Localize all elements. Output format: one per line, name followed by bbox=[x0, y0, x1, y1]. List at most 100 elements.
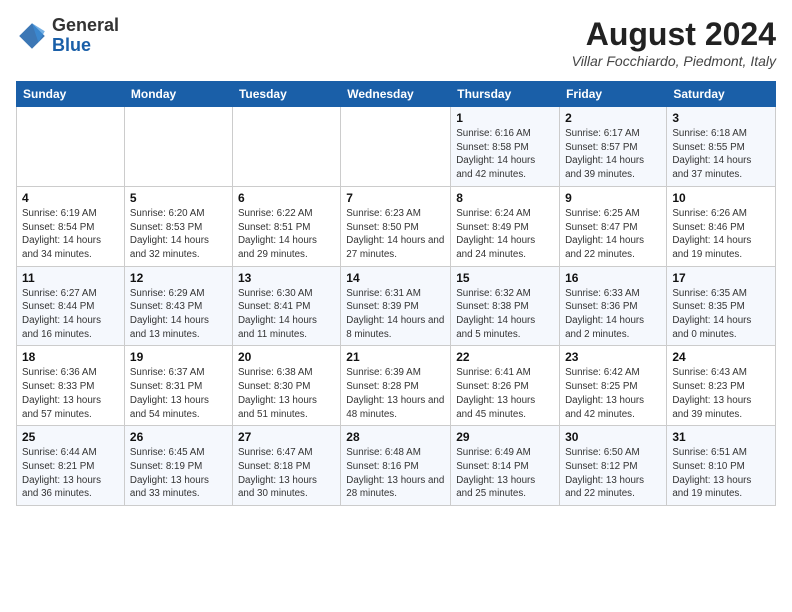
weekday-header-friday: Friday bbox=[560, 82, 667, 107]
day-number: 31 bbox=[672, 430, 770, 444]
calendar-cell: 16Sunrise: 6:33 AM Sunset: 8:36 PM Dayli… bbox=[560, 266, 667, 346]
day-info: Sunrise: 6:37 AM Sunset: 8:31 PM Dayligh… bbox=[130, 366, 227, 421]
calendar-week-3: 11Sunrise: 6:27 AM Sunset: 8:44 PM Dayli… bbox=[17, 266, 776, 346]
calendar-cell bbox=[341, 107, 451, 187]
day-number: 19 bbox=[130, 350, 227, 364]
calendar-cell: 15Sunrise: 6:32 AM Sunset: 8:38 PM Dayli… bbox=[451, 266, 560, 346]
day-info: Sunrise: 6:42 AM Sunset: 8:25 PM Dayligh… bbox=[565, 366, 661, 421]
weekday-header-monday: Monday bbox=[124, 82, 232, 107]
day-number: 17 bbox=[672, 271, 770, 285]
weekday-header-sunday: Sunday bbox=[17, 82, 125, 107]
calendar-cell: 12 Sunrise: 6:29 AM Sunset: 8:43 PM Dayli… bbox=[124, 266, 232, 346]
calendar-cell: 25 Sunrise: 6:44 AM Sunset: 8:21 PM Dayli… bbox=[17, 426, 125, 506]
day-number: 12 bbox=[130, 271, 227, 285]
day-number: 18 bbox=[22, 350, 119, 364]
day-number: 16 bbox=[565, 271, 661, 285]
day-number: 25 bbox=[22, 430, 119, 444]
day-info: Sunrise: 6:35 AM Sunset: 8:35 PM Dayligh… bbox=[672, 287, 770, 342]
day-number: 26 bbox=[130, 430, 227, 444]
calendar-cell: 20 Sunrise: 6:38 AM Sunset: 8:30 PM Dayli… bbox=[232, 346, 340, 426]
day-info: Sunrise: 6:41 AM Sunset: 8:26 PM Dayligh… bbox=[456, 366, 554, 421]
calendar-cell: 9 Sunrise: 6:25 AM Sunset: 8:47 PM Daylig… bbox=[560, 186, 667, 266]
day-number: 30 bbox=[565, 430, 661, 444]
day-info: Sunrise: 6:19 AM Sunset: 8:54 PM Dayligh… bbox=[22, 207, 119, 262]
calendar-cell: 17 Sunrise: 6:35 AM Sunset: 8:35 PM Dayli… bbox=[667, 266, 776, 346]
calendar-cell: 2 Sunrise: 6:17 AM Sunset: 8:57 PM Daylig… bbox=[560, 107, 667, 187]
day-number: 24 bbox=[672, 350, 770, 364]
day-number: 29 bbox=[456, 430, 554, 444]
calendar-cell: 8 Sunrise: 6:24 AM Sunset: 8:49 PM Daylig… bbox=[451, 186, 560, 266]
day-info: Sunrise: 6:20 AM Sunset: 8:53 PM Dayligh… bbox=[130, 207, 227, 262]
calendar-cell: 19 Sunrise: 6:37 AM Sunset: 8:31 PM Dayli… bbox=[124, 346, 232, 426]
calendar-cell: 27 Sunrise: 6:47 AM Sunset: 8:18 PM Dayli… bbox=[232, 426, 340, 506]
day-number: 13 bbox=[238, 271, 335, 285]
calendar-cell: 23 Sunrise: 6:42 AM Sunset: 8:25 PM Dayli… bbox=[560, 346, 667, 426]
day-number: 20 bbox=[238, 350, 335, 364]
calendar-cell bbox=[17, 107, 125, 187]
logo-blue: Blue bbox=[52, 36, 119, 56]
day-info: Sunrise: 6:51 AM Sunset: 8:10 PM Dayligh… bbox=[672, 446, 770, 501]
day-info: Sunrise: 6:38 AM Sunset: 8:30 PM Dayligh… bbox=[238, 366, 335, 421]
day-number: 23 bbox=[565, 350, 661, 364]
calendar-cell: 28 Sunrise: 6:48 AM Sunset: 8:16 PM Dayli… bbox=[341, 426, 451, 506]
day-number: 28 bbox=[346, 430, 445, 444]
weekday-header-wednesday: Wednesday bbox=[341, 82, 451, 107]
day-number: 3 bbox=[672, 111, 770, 125]
calendar-cell: 30 Sunrise: 6:50 AM Sunset: 8:12 PM Dayli… bbox=[560, 426, 667, 506]
calendar-cell: 11Sunrise: 6:27 AM Sunset: 8:44 PM Dayli… bbox=[17, 266, 125, 346]
calendar-cell: 1 Sunrise: 6:16 AM Sunset: 8:58 PM Daylig… bbox=[451, 107, 560, 187]
calendar-table: SundayMondayTuesdayWednesdayThursdayFrid… bbox=[16, 81, 776, 506]
calendar-week-2: 4 Sunrise: 6:19 AM Sunset: 8:54 PM Daylig… bbox=[17, 186, 776, 266]
day-info: Sunrise: 6:26 AM Sunset: 8:46 PM Dayligh… bbox=[672, 207, 770, 262]
location: Villar Focchiardo, Piedmont, Italy bbox=[572, 53, 776, 69]
calendar-cell: 5Sunrise: 6:20 AM Sunset: 8:53 PM Daylig… bbox=[124, 186, 232, 266]
logo: General Blue bbox=[16, 16, 119, 56]
logo-icon bbox=[16, 20, 48, 52]
day-number: 4 bbox=[22, 191, 119, 205]
page-header: General Blue August 2024 Villar Focchiar… bbox=[16, 16, 776, 69]
calendar-cell: 3 Sunrise: 6:18 AM Sunset: 8:55 PM Daylig… bbox=[667, 107, 776, 187]
day-info: Sunrise: 6:24 AM Sunset: 8:49 PM Dayligh… bbox=[456, 207, 554, 262]
day-info: Sunrise: 6:30 AM Sunset: 8:41 PM Dayligh… bbox=[238, 287, 335, 342]
day-number: 6 bbox=[238, 191, 335, 205]
day-number: 22 bbox=[456, 350, 554, 364]
day-info: Sunrise: 6:16 AM Sunset: 8:58 PM Dayligh… bbox=[456, 127, 554, 182]
calendar-body: 1 Sunrise: 6:16 AM Sunset: 8:58 PM Daylig… bbox=[17, 107, 776, 506]
day-info: Sunrise: 6:47 AM Sunset: 8:18 PM Dayligh… bbox=[238, 446, 335, 501]
day-number: 21 bbox=[346, 350, 445, 364]
day-info: Sunrise: 6:31 AM Sunset: 8:39 PM Dayligh… bbox=[346, 287, 445, 342]
weekday-header-saturday: Saturday bbox=[667, 82, 776, 107]
weekday-header-thursday: Thursday bbox=[451, 82, 560, 107]
calendar-cell: 10Sunrise: 6:26 AM Sunset: 8:46 PM Dayli… bbox=[667, 186, 776, 266]
day-number: 9 bbox=[565, 191, 661, 205]
day-number: 14 bbox=[346, 271, 445, 285]
day-info: Sunrise: 6:45 AM Sunset: 8:19 PM Dayligh… bbox=[130, 446, 227, 501]
day-info: Sunrise: 6:39 AM Sunset: 8:28 PM Dayligh… bbox=[346, 366, 445, 421]
day-number: 1 bbox=[456, 111, 554, 125]
calendar-cell: 21 Sunrise: 6:39 AM Sunset: 8:28 PM Dayli… bbox=[341, 346, 451, 426]
logo-general: General bbox=[52, 16, 119, 36]
day-number: 15 bbox=[456, 271, 554, 285]
day-info: Sunrise: 6:23 AM Sunset: 8:50 PM Dayligh… bbox=[346, 207, 445, 262]
day-number: 11 bbox=[22, 271, 119, 285]
day-info: Sunrise: 6:17 AM Sunset: 8:57 PM Dayligh… bbox=[565, 127, 661, 182]
day-number: 8 bbox=[456, 191, 554, 205]
day-info: Sunrise: 6:36 AM Sunset: 8:33 PM Dayligh… bbox=[22, 366, 119, 421]
calendar-cell: 7 Sunrise: 6:23 AM Sunset: 8:50 PM Daylig… bbox=[341, 186, 451, 266]
calendar-cell: 18 Sunrise: 6:36 AM Sunset: 8:33 PM Dayli… bbox=[17, 346, 125, 426]
day-info: Sunrise: 6:29 AM Sunset: 8:43 PM Dayligh… bbox=[130, 287, 227, 342]
calendar-header: SundayMondayTuesdayWednesdayThursdayFrid… bbox=[17, 82, 776, 107]
logo-text: General Blue bbox=[52, 16, 119, 56]
day-info: Sunrise: 6:18 AM Sunset: 8:55 PM Dayligh… bbox=[672, 127, 770, 182]
calendar-cell: 14 Sunrise: 6:31 AM Sunset: 8:39 PM Dayli… bbox=[341, 266, 451, 346]
day-info: Sunrise: 6:48 AM Sunset: 8:16 PM Dayligh… bbox=[346, 446, 445, 501]
day-info: Sunrise: 6:25 AM Sunset: 8:47 PM Dayligh… bbox=[565, 207, 661, 262]
day-info: Sunrise: 6:49 AM Sunset: 8:14 PM Dayligh… bbox=[456, 446, 554, 501]
day-info: Sunrise: 6:50 AM Sunset: 8:12 PM Dayligh… bbox=[565, 446, 661, 501]
day-info: Sunrise: 6:44 AM Sunset: 8:21 PM Dayligh… bbox=[22, 446, 119, 501]
day-number: 7 bbox=[346, 191, 445, 205]
day-number: 27 bbox=[238, 430, 335, 444]
day-number: 2 bbox=[565, 111, 661, 125]
calendar-cell: 31 Sunrise: 6:51 AM Sunset: 8:10 PM Dayli… bbox=[667, 426, 776, 506]
day-info: Sunrise: 6:43 AM Sunset: 8:23 PM Dayligh… bbox=[672, 366, 770, 421]
